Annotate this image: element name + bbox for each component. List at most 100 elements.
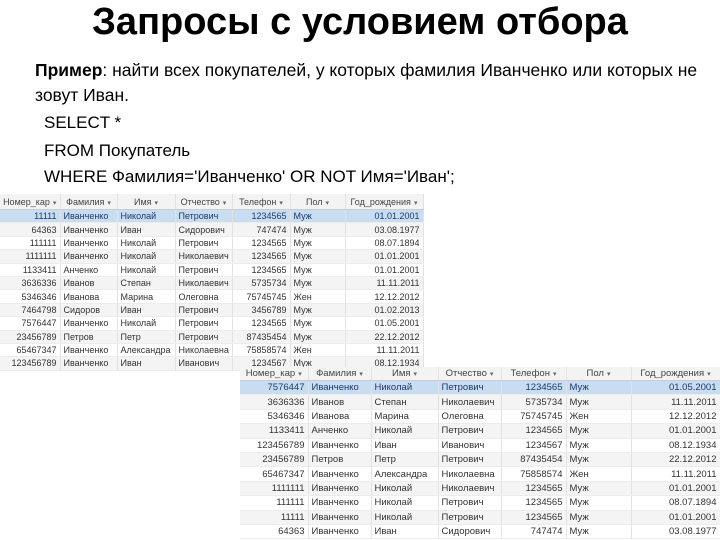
table-cell[interactable]: Николай	[117, 249, 176, 264]
table-row[interactable]: 65467347 Иванченко Александра Николаевна 758…	[240, 466, 720, 482]
table-cell[interactable]: Муж	[290, 209, 346, 224]
table-cell[interactable]: Муж	[566, 524, 632, 540]
table-cell[interactable]: 5735734	[501, 394, 567, 410]
table-cell[interactable]: 1234565	[501, 481, 567, 497]
table-cell[interactable]: 7464798	[0, 303, 61, 318]
table-cell[interactable]: 11.11.2011	[345, 343, 424, 358]
table-cell[interactable]: Сидорович	[438, 524, 502, 540]
table-cell[interactable]: Иван	[117, 356, 176, 371]
table-cell[interactable]: 747474	[232, 222, 291, 237]
sort-dropdown-icon[interactable]: ▾	[607, 371, 611, 378]
table-row[interactable]: 1133411 Анченко Николай Петрович 1234565 Муж 0…	[240, 423, 720, 439]
table-cell[interactable]: 23456789	[0, 330, 61, 344]
table-cell[interactable]: 5346346	[240, 409, 309, 425]
table-cell[interactable]: 01.01.2001	[345, 209, 424, 224]
table-row[interactable]: 1133411 Анченко Николай Петрович 1234565 Муж 0…	[0, 263, 424, 277]
table-cell[interactable]: 01.01.2001	[631, 423, 720, 439]
column-header[interactable]: Отчество ▾	[438, 367, 502, 381]
table-cell[interactable]: 75858574	[501, 466, 567, 482]
table-cell[interactable]: Жен	[290, 343, 346, 358]
table-cell[interactable]: Олеговна	[175, 289, 233, 304]
table-cell[interactable]: 1234565	[501, 380, 567, 396]
table-cell[interactable]: 64363	[240, 524, 309, 540]
table-cell[interactable]: Анченко	[60, 263, 118, 277]
sort-dropdown-icon[interactable]: ▾	[707, 371, 711, 378]
table-cell[interactable]: Муж	[290, 316, 346, 331]
table-cell[interactable]: Иванченко	[308, 481, 372, 497]
table-cell[interactable]: Петрович	[438, 380, 502, 396]
table-cell[interactable]: Жен	[566, 409, 632, 425]
table-cell[interactable]: 08.07.1894	[631, 495, 720, 511]
table-cell[interactable]: Иванова	[308, 409, 372, 425]
table-cell[interactable]: 22.12.2012	[345, 330, 424, 344]
table-cell[interactable]: 123456789	[0, 356, 61, 371]
table-cell[interactable]: Иванченко	[60, 236, 118, 251]
table-cell[interactable]: Иванов	[308, 394, 372, 410]
table-cell[interactable]: 1234565	[501, 510, 567, 525]
table-cell[interactable]: 75745745	[501, 409, 567, 425]
table-cell[interactable]: 1234567	[501, 438, 567, 453]
table-cell[interactable]: Иван	[117, 222, 176, 237]
table-cell[interactable]: 65467347	[0, 343, 61, 358]
sort-dropdown-icon[interactable]: ▾	[279, 200, 283, 207]
table-cell[interactable]: 3636336	[240, 394, 309, 410]
table-cell[interactable]: Николай	[371, 380, 439, 396]
table-cell[interactable]: 75858574	[232, 343, 291, 358]
sort-dropdown-icon[interactable]: ▾	[553, 371, 557, 378]
table-cell[interactable]: Муж	[566, 394, 632, 410]
table-cell[interactable]: Олеговна	[438, 409, 502, 425]
table-row[interactable]: 111111 Иванченко Николай Петрович 1234565 Муж…	[240, 495, 720, 511]
table-cell[interactable]: 1234565	[232, 263, 291, 277]
column-header[interactable]: Пол ▾	[566, 367, 632, 381]
table-cell[interactable]: 11.11.2011	[345, 276, 424, 291]
table-cell[interactable]: 01.01.2001	[631, 510, 720, 525]
table-cell[interactable]: 111111	[240, 495, 309, 511]
sort-dropdown-icon[interactable]: ▾	[53, 200, 57, 207]
column-header[interactable]: Отчество ▾	[175, 194, 233, 210]
table-cell[interactable]: 01.01.2001	[345, 263, 424, 277]
table-cell[interactable]: Николаевна	[175, 343, 233, 358]
table-cell[interactable]: 87435454	[232, 330, 291, 344]
table-row[interactable]: 1111111 Иванченко Николай Николаевич 1234565…	[0, 249, 424, 264]
table-cell[interactable]: 64363	[0, 222, 61, 237]
table-cell[interactable]: 87435454	[501, 452, 567, 468]
table-cell[interactable]: 1111111	[240, 481, 309, 497]
table-cell[interactable]: 01.01.2001	[345, 249, 424, 264]
table-cell[interactable]: Муж	[290, 263, 346, 277]
column-header[interactable]: Пол ▾	[290, 194, 346, 210]
table-cell[interactable]: Петр	[117, 330, 176, 344]
table-cell[interactable]: Петров	[60, 330, 118, 344]
table-cell[interactable]: 01.05.2001	[631, 380, 720, 396]
table-cell[interactable]: 01.02.2013	[345, 303, 424, 318]
table-cell[interactable]: Петр	[371, 452, 439, 468]
table-cell[interactable]: 08.07.1894	[345, 236, 424, 251]
table-cell[interactable]: 11.11.2011	[631, 394, 720, 410]
column-header[interactable]: Телефон ▾	[232, 194, 291, 210]
table-cell[interactable]: Петров	[308, 452, 372, 468]
table-cell[interactable]: 747474	[501, 524, 567, 540]
table-cell[interactable]: Николай	[371, 510, 439, 525]
table-row[interactable]: 3636336 Иванов Степан Николаевич 5735734 Муж 1…	[0, 276, 424, 291]
sort-dropdown-icon[interactable]: ▾	[490, 371, 494, 378]
table-cell[interactable]: Иванченко	[60, 249, 118, 264]
table-cell[interactable]: Анченко	[308, 423, 372, 439]
table-cell[interactable]: Иванченко	[308, 524, 372, 540]
table-row[interactable]: 64363 Иванченко Иван Сидорович 747474 Муж 03.0…	[240, 524, 720, 540]
table-cell[interactable]: Петрович	[438, 452, 502, 468]
table-row[interactable]: 7576447 Иванченко Николай Петрович 1234565 Му…	[240, 380, 720, 396]
table-row[interactable]: 11111 Иванченко Николай Петрович 1234565 Муж 0…	[0, 209, 424, 224]
table-row[interactable]: 5346346 Иванова Марина Олеговна 75745745 Жен 1…	[0, 289, 424, 304]
table-cell[interactable]: Муж	[290, 222, 346, 237]
table-cell[interactable]: Муж	[566, 510, 632, 525]
column-header[interactable]: Имя ▾	[371, 367, 439, 381]
table-cell[interactable]: Жен	[290, 289, 346, 304]
column-header[interactable]: Год_рождения ▾	[631, 367, 720, 381]
column-header[interactable]: Год_рождения ▾	[345, 194, 424, 210]
table-cell[interactable]: 11.11.2011	[631, 466, 720, 482]
table-cell[interactable]: Марина	[117, 289, 176, 304]
table-cell[interactable]: Николаевич	[175, 276, 233, 291]
table-row[interactable]: 23456789 Петров Петр Петрович 87435454 Муж 22.…	[240, 452, 720, 468]
column-header[interactable]: Телефон ▾	[501, 367, 567, 381]
table-cell[interactable]: Петрович	[438, 495, 502, 511]
table-row[interactable]: 23456789 Петров Петр Петрович 87435454 Муж 22.…	[0, 330, 424, 344]
